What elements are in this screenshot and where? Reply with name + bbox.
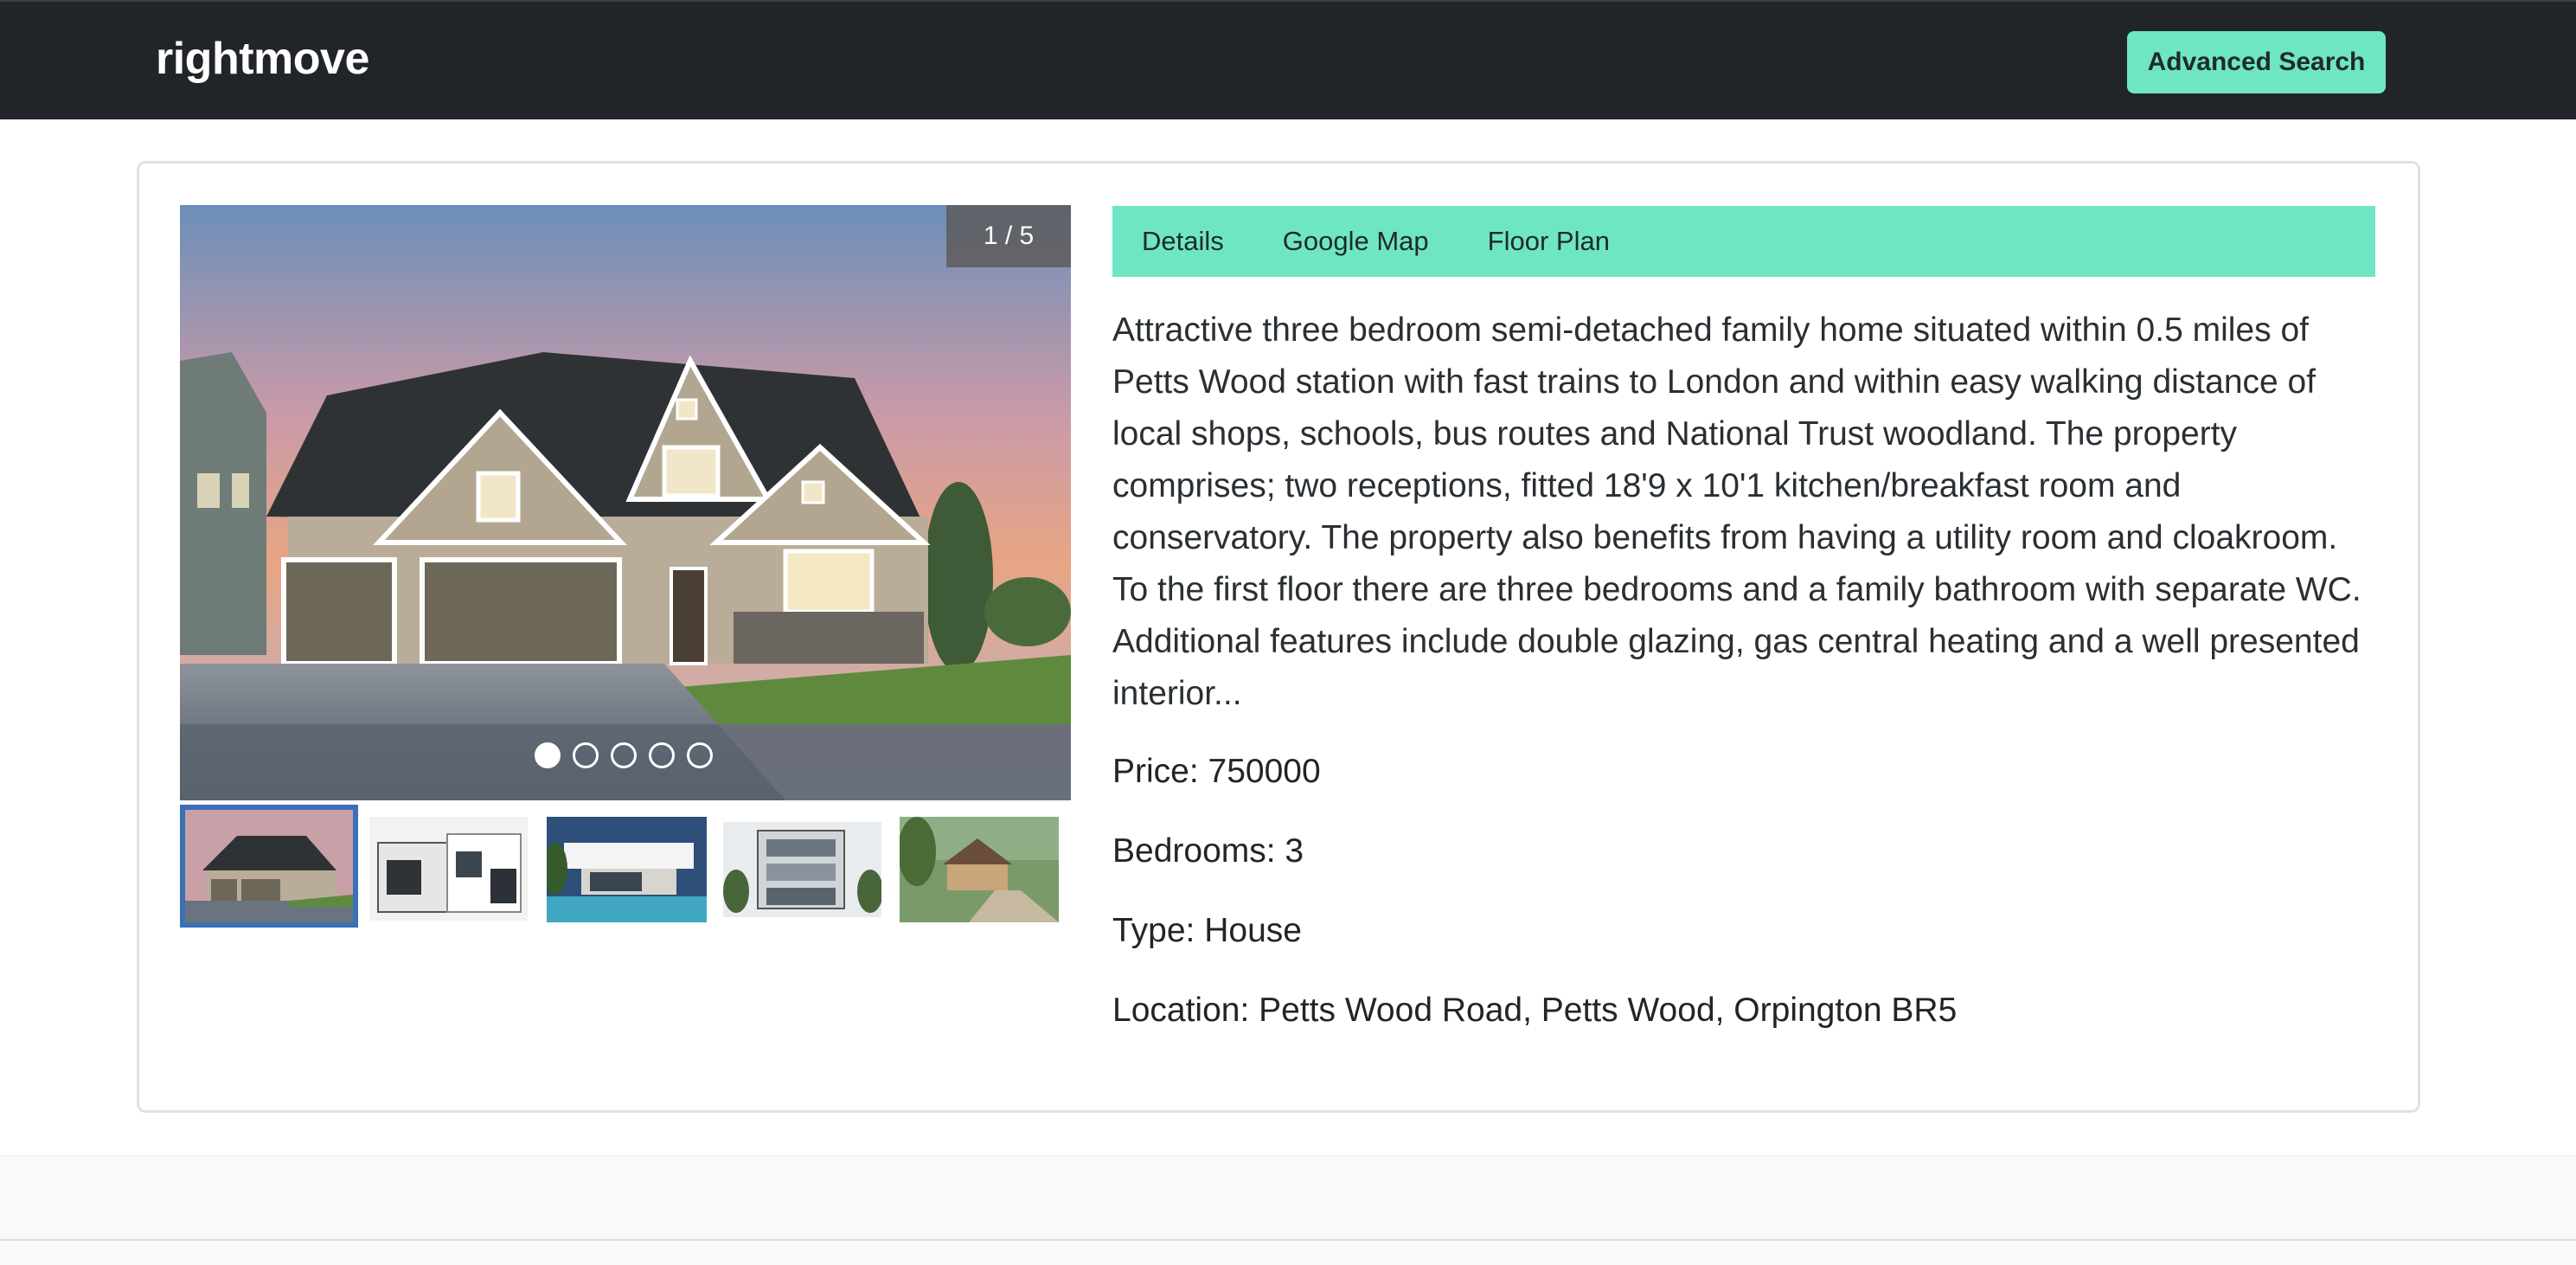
top-navbar: rightmove Advanced Search xyxy=(0,0,2576,119)
tab-details[interactable]: Details xyxy=(1142,226,1224,257)
thumbnail-1[interactable] xyxy=(180,805,358,928)
photo-counter: 1 / 5 xyxy=(946,205,1071,267)
property-main-photo[interactable] xyxy=(180,205,1071,800)
thumbnail-4[interactable] xyxy=(723,822,881,917)
property-tabs: Details Google Map Floor Plan xyxy=(1112,206,2375,277)
property-description: Attractive three bedroom semi-detached f… xyxy=(1112,311,2361,712)
house-photo-1 xyxy=(180,205,1071,800)
carousel-dot-5[interactable] xyxy=(687,742,713,768)
page-footer xyxy=(0,1155,2576,1265)
thumbnail-2[interactable] xyxy=(369,817,528,921)
tab-floor-plan[interactable]: Floor Plan xyxy=(1488,226,1610,257)
carousel-dot-3[interactable] xyxy=(611,742,637,768)
footer-divider xyxy=(0,1239,2576,1241)
property-type: Type: House xyxy=(1112,912,1302,949)
carousel-dot-1[interactable] xyxy=(535,742,561,768)
carousel-indicators xyxy=(535,742,713,768)
brand-logo[interactable]: rightmove xyxy=(156,33,369,85)
thumbnail-5[interactable] xyxy=(900,817,1059,922)
thumbnail-3[interactable] xyxy=(547,817,707,922)
advanced-search-button[interactable]: Advanced Search xyxy=(2127,31,2386,93)
tab-google-map[interactable]: Google Map xyxy=(1283,226,1429,257)
property-price: Price: 750000 xyxy=(1112,753,1321,790)
property-bedrooms: Bedrooms: 3 xyxy=(1112,832,1304,870)
thumbnail-strip xyxy=(180,805,1059,929)
carousel-dot-4[interactable] xyxy=(649,742,675,768)
carousel-dot-2[interactable] xyxy=(573,742,599,768)
property-location: Location: Petts Wood Road, Petts Wood, O… xyxy=(1112,992,1958,1029)
